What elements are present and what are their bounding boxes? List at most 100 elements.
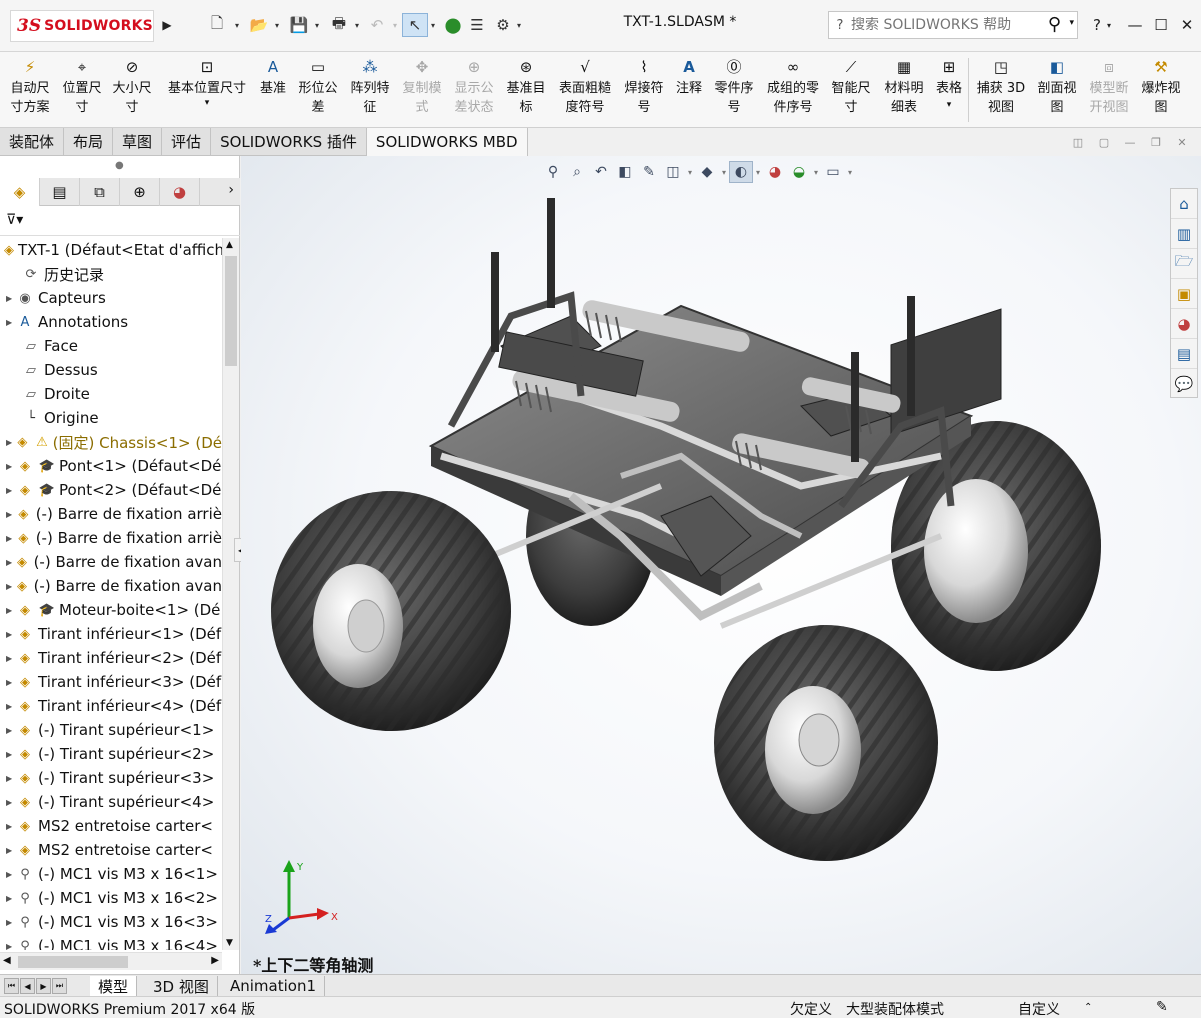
scroll-right-icon[interactable]: ▶: [211, 955, 219, 966]
tree-filter-row[interactable]: ⊽▾: [0, 206, 240, 236]
scroll-thumb[interactable]: [225, 256, 237, 366]
quick-tips-icon[interactable]: ✎: [1156, 999, 1168, 1015]
search-icon[interactable]: ⚲: [1048, 14, 1061, 35]
expand-arrow-icon[interactable]: ▶: [6, 510, 15, 519]
expand-arrow-icon[interactable]: ▶: [6, 702, 16, 711]
panel-split-handle-icon[interactable]: ●: [115, 160, 124, 171]
bottom-tab-3d-view[interactable]: 3D 视图: [145, 976, 218, 996]
basic-dimension-dropdown-icon[interactable]: ▾: [205, 98, 210, 108]
tree-item[interactable]: ▶ ◈ (-) Tirant supérieur<3>: [0, 766, 222, 790]
tab-assembly[interactable]: 装配体: [0, 128, 65, 156]
expand-arrow-icon[interactable]: ▶: [6, 294, 16, 303]
status-units-custom[interactable]: 自定义: [1018, 999, 1060, 1018]
stacked-balloon-button[interactable]: ∞ 成组的零 件序号: [762, 56, 824, 117]
tree-item[interactable]: ▶ ⚲ (-) MC1 vis M3 x 16<1>: [0, 862, 222, 886]
tree-item[interactable]: ▶ A Annotations: [0, 310, 222, 334]
viewport-restore-icon[interactable]: ◫: [1070, 136, 1086, 152]
tree-item[interactable]: ▶ ◈ Tirant inférieur<1> (Déf: [0, 622, 222, 646]
tree-horizontal-scrollbar[interactable]: ◀ ▶: [0, 952, 222, 970]
tree-item[interactable]: ▶ ◈ (-) Tirant supérieur<2>: [0, 742, 222, 766]
expand-arrow-icon[interactable]: ▶: [6, 654, 16, 663]
viewport-tile-icon[interactable]: ▢: [1096, 136, 1112, 152]
tree-root-item[interactable]: ◈ TXT-1 (Défaut<Etat d'affich: [0, 238, 222, 262]
datum-target-button[interactable]: ⊛ 基准目 标: [502, 56, 550, 117]
tree-item[interactable]: ▶ ⚲ (-) MC1 vis M3 x 16<3>: [0, 910, 222, 934]
scroll-up-icon[interactable]: ▲: [226, 240, 233, 250]
search-dropdown-icon[interactable]: ▾: [1069, 18, 1074, 28]
expand-arrow-icon[interactable]: ▶: [6, 894, 16, 903]
tree-item[interactable]: ▶ ⚲ (-) MC1 vis M3 x 16<2>: [0, 886, 222, 910]
save-icon[interactable]: 💾: [286, 13, 312, 37]
display-manager-tab-icon[interactable]: ◕: [160, 178, 200, 206]
tree-item[interactable]: ▱ Dessus: [0, 358, 222, 382]
section-view-button[interactable]: ◧ 剖面视 图: [1032, 56, 1082, 117]
expand-arrow-icon[interactable]: ▶: [6, 558, 14, 567]
tab-addins[interactable]: SOLIDWORKS 插件: [211, 128, 367, 156]
expand-arrow-icon[interactable]: ▶: [6, 798, 16, 807]
table-dropdown-icon[interactable]: ▾: [947, 98, 952, 112]
expand-arrow-icon[interactable]: ▶: [6, 630, 16, 639]
property-manager-tab-icon[interactable]: ▤: [40, 178, 80, 206]
tree-item[interactable]: ▶ ◈ 🎓 Pont<1> (Défaut<Dé: [0, 454, 222, 478]
tree-item[interactable]: ▶ ◈ Tirant inférieur<3> (Déf: [0, 670, 222, 694]
first-tab-icon[interactable]: ⏮: [4, 978, 19, 994]
surface-finish-button[interactable]: √ 表面粗糙 度符号: [552, 56, 618, 117]
viewport-maximize-icon[interactable]: ❐: [1148, 136, 1164, 152]
viewport-minimize-icon[interactable]: —: [1122, 136, 1138, 152]
tree-item[interactable]: ▶ ◈ 🎓 Pont<2> (Défaut<Dé: [0, 478, 222, 502]
tree-item[interactable]: ▶ ◈ ⚠ (固定) Chassis<1> (Dé: [0, 430, 222, 454]
help-dropdown-icon[interactable]: ▾: [1104, 14, 1114, 36]
tab-layout[interactable]: 布局: [64, 128, 114, 156]
prev-tab-icon[interactable]: ◀: [20, 978, 35, 994]
open-document-icon[interactable]: 📂: [246, 13, 272, 37]
expand-arrow-icon[interactable]: ▶: [6, 678, 16, 687]
expand-arrow-icon[interactable]: ▶: [6, 726, 16, 735]
tree-item[interactable]: ▶ ◈ (-) Barre de fixation arriè: [0, 502, 222, 526]
tree-item[interactable]: ▶ ◈ Tirant inférieur<4> (Déf: [0, 694, 222, 718]
view-palette-icon[interactable]: ▣: [1171, 279, 1197, 309]
select-cursor-icon[interactable]: ↖: [402, 13, 428, 37]
help-search-box[interactable]: ? ⚲ ▾: [828, 11, 1078, 39]
new-document-icon[interactable]: 🗋: [204, 13, 230, 37]
menu-expand-arrow-icon[interactable]: ▶: [160, 14, 174, 36]
file-explorer-icon[interactable]: 🗁: [1171, 249, 1197, 279]
undo-dropdown-icon[interactable]: ▾: [390, 13, 400, 37]
tree-item[interactable]: ⟳ 历史记录: [0, 262, 222, 286]
weld-symbol-button[interactable]: ⌇ 焊接符 号: [620, 56, 668, 117]
expand-arrow-icon[interactable]: ▶: [6, 438, 15, 447]
file-properties-icon[interactable]: ☰: [466, 13, 488, 37]
expand-arrow-icon[interactable]: ▶: [6, 606, 16, 615]
tree-item[interactable]: └ Origine: [0, 406, 222, 430]
design-library-icon[interactable]: ▥: [1171, 219, 1197, 249]
tree-item[interactable]: ▱ Droite: [0, 382, 222, 406]
tree-item[interactable]: ▶ ◈ (-) Barre de fixation arriè: [0, 526, 222, 550]
geometric-tolerance-button[interactable]: ▭ 形位公 差: [294, 56, 342, 117]
home-icon[interactable]: ⌂: [1171, 189, 1197, 219]
custom-properties-icon[interactable]: ▤: [1171, 339, 1197, 369]
smart-dimension-button[interactable]: ⟋ 智能尺 寸: [826, 56, 876, 117]
size-dimension-button[interactable]: ⊘ 大小尺 寸: [108, 56, 156, 117]
rebuild-traffic-light-icon[interactable]: ⬤: [442, 13, 464, 37]
maximize-button[interactable]: ☐: [1150, 14, 1172, 36]
exploded-view-button[interactable]: ⚒ 爆炸视 图: [1136, 56, 1186, 117]
datum-button[interactable]: A 基准: [254, 56, 292, 98]
location-dimension-button[interactable]: ⌖ 位置尺 寸: [58, 56, 106, 117]
tree-item[interactable]: ▶ ◈ (-) Barre de fixation avan: [0, 574, 222, 598]
undo-icon[interactable]: ↶: [364, 13, 390, 37]
expand-arrow-icon[interactable]: ▶: [6, 582, 14, 591]
tree-item[interactable]: ▶ ◉ Capteurs: [0, 286, 222, 310]
expand-arrow-icon[interactable]: ▶: [6, 846, 16, 855]
units-dropdown-icon[interactable]: ⌃: [1084, 1002, 1092, 1013]
expand-arrow-icon[interactable]: ▶: [6, 750, 16, 759]
viewport-close-icon[interactable]: ✕: [1174, 136, 1190, 152]
balloon-button[interactable]: ⓪ 零件序 号: [710, 56, 758, 117]
tab-mbd[interactable]: SOLIDWORKS MBD: [366, 128, 528, 156]
next-tab-icon[interactable]: ▶: [36, 978, 51, 994]
print-dropdown-icon[interactable]: ▾: [352, 13, 362, 37]
configuration-manager-tab-icon[interactable]: ⧉: [80, 178, 120, 206]
expand-arrow-icon[interactable]: ▶: [6, 918, 16, 927]
save-dropdown-icon[interactable]: ▾: [312, 13, 322, 37]
open-dropdown-icon[interactable]: ▾: [272, 13, 282, 37]
show-tolerance-status-button[interactable]: ⊕ 显示公 差状态: [450, 56, 498, 117]
basic-location-dimension-button[interactable]: ⊡ 基本位置尺寸 ▾: [160, 56, 254, 109]
